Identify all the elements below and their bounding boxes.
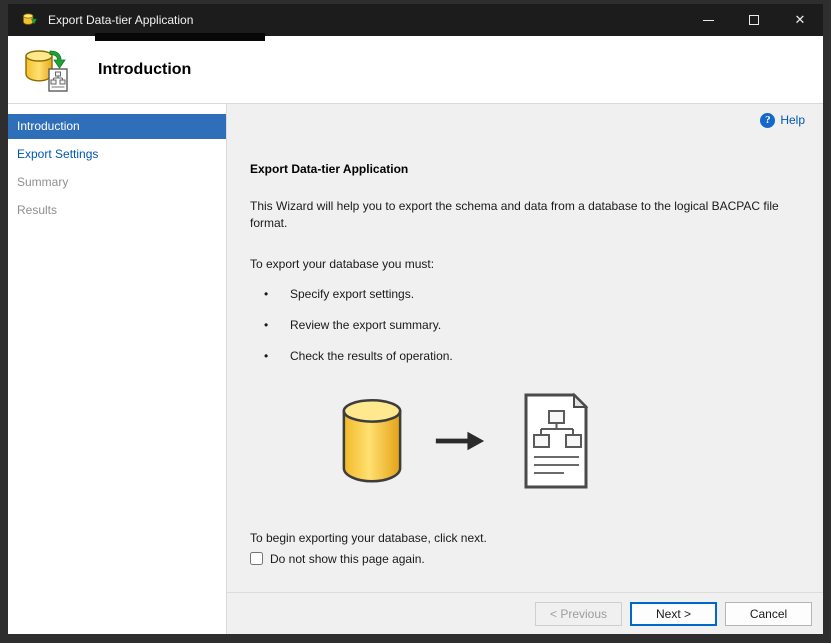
bullet-icon: • [264,317,269,332]
bacpac-document-icon [524,392,589,489]
minimize-button[interactable] [685,4,731,36]
sidebar-item-export-settings[interactable]: Export Settings [8,142,226,167]
next-button[interactable]: Next > [630,601,717,626]
content-heading: Export Data-tier Application [250,162,409,176]
checkbox-label[interactable]: Do not show this page again. [270,552,425,566]
close-icon: ✕ [794,12,806,27]
bullet-text: Check the results of operation. [290,348,453,363]
help-row: ? Help [250,112,809,130]
help-icon: ? [760,112,776,128]
main-row: Introduction Export Settings Summary Res… [8,103,823,634]
maximize-icon [749,15,759,25]
content-area: ? Help Export Data-tier Application This… [227,104,823,592]
sidebar-item-results: Results [17,203,58,217]
do-not-show-checkbox[interactable] [250,552,263,566]
bullet-icon: • [264,286,269,301]
checkbox-row: Do not show this page again. [250,552,809,566]
titlebar[interactable]: Export Data-tier Application ✕ [8,4,823,36]
cancel-button[interactable]: Cancel [725,601,812,626]
database-icon [342,398,402,483]
wizard-header: Introduction [8,36,823,103]
requirements-list: • Specify export settings. • Review the … [250,287,809,363]
sidebar-item-introduction[interactable]: Introduction [8,114,226,139]
previous-button[interactable]: < Previous [535,601,622,626]
help-link[interactable]: ? Help [760,112,805,128]
window-title: Export Data-tier Application [48,13,194,27]
app-icon [23,13,37,25]
footer-note: To begin exporting your database, click … [250,530,487,545]
export-dac-icon [25,49,68,92]
bullet-text: Review the export summary. [290,317,442,332]
button-bar: < Previous Next > Cancel [227,592,823,634]
window-body: Introduction Introduction Export Setting… [8,36,823,634]
content-column: ? Help Export Data-tier Application This… [227,104,823,634]
intro-text: This Wizard will help you to export the … [250,199,779,231]
page-title: Introduction [98,60,192,78]
titlebar-shadow-strip [95,33,265,41]
list-item: • Specify export settings. [264,287,809,301]
wizard-steps-sidebar: Introduction Export Settings Summary Res… [8,104,227,634]
requirements-intro: To export your database you must: [250,256,435,271]
bullet-icon: • [264,348,269,363]
list-item: • Check the results of operation. [264,349,809,363]
window-frame: Export Data-tier Application ✕ Introduct… [0,0,831,643]
sidebar-item-summary: Summary [17,175,69,189]
help-label: Help [780,113,805,127]
export-graphic [340,391,809,491]
minimize-icon [702,19,714,21]
bullet-text: Specify export settings. [290,286,415,301]
right-arrow-icon [435,431,485,451]
list-item: • Review the export summary. [264,318,809,332]
close-button[interactable]: ✕ [777,4,823,36]
maximize-button[interactable] [731,4,777,36]
